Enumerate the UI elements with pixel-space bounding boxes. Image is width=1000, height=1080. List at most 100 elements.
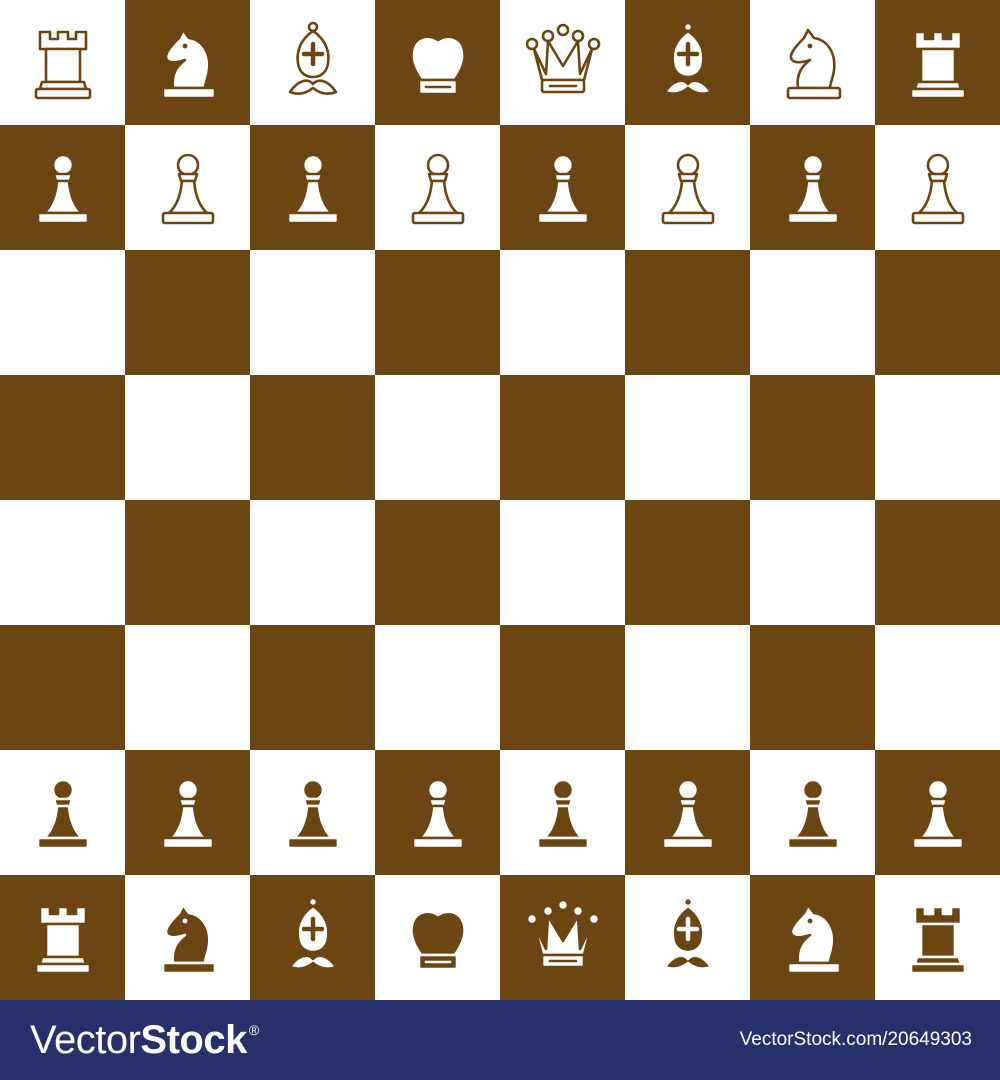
square-d6[interactable] — [375, 250, 500, 375]
light-rook-icon[interactable] — [893, 18, 983, 108]
dark-pawn-icon[interactable] — [893, 768, 983, 858]
square-g4[interactable] — [750, 500, 875, 625]
square-a6[interactable] — [0, 250, 125, 375]
square-h7[interactable] — [875, 125, 1000, 250]
light-bishop-icon[interactable] — [268, 18, 358, 108]
dark-queen-icon[interactable] — [518, 893, 608, 983]
light-knight-icon[interactable] — [143, 18, 233, 108]
square-b6[interactable] — [125, 250, 250, 375]
light-knight-icon[interactable] — [768, 18, 858, 108]
square-e8[interactable] — [500, 0, 625, 125]
dark-pawn-icon[interactable] — [143, 768, 233, 858]
square-a1[interactable] — [0, 875, 125, 1000]
square-a4[interactable] — [0, 500, 125, 625]
square-e3[interactable] — [500, 625, 625, 750]
square-a8[interactable] — [0, 0, 125, 125]
square-e2[interactable] — [500, 750, 625, 875]
light-king-icon[interactable] — [393, 18, 483, 108]
light-pawn-icon[interactable] — [768, 143, 858, 233]
square-e5[interactable] — [500, 375, 625, 500]
square-a5[interactable] — [0, 375, 125, 500]
square-e6[interactable] — [500, 250, 625, 375]
light-pawn-icon[interactable] — [518, 143, 608, 233]
light-pawn-icon[interactable] — [18, 143, 108, 233]
square-f3[interactable] — [625, 625, 750, 750]
square-c2[interactable] — [250, 750, 375, 875]
square-d1[interactable] — [375, 875, 500, 1000]
square-b7[interactable] — [125, 125, 250, 250]
stock-image-id: VectorStock.com/20649303 — [739, 1029, 972, 1050]
dark-pawn-icon[interactable] — [768, 768, 858, 858]
dark-knight-icon[interactable] — [143, 893, 233, 983]
square-g6[interactable] — [750, 250, 875, 375]
square-d5[interactable] — [375, 375, 500, 500]
dark-king-icon[interactable] — [393, 893, 483, 983]
square-b8[interactable] — [125, 0, 250, 125]
dark-pawn-icon[interactable] — [268, 768, 358, 858]
square-b1[interactable] — [125, 875, 250, 1000]
square-b2[interactable] — [125, 750, 250, 875]
square-d4[interactable] — [375, 500, 500, 625]
square-h1[interactable] — [875, 875, 1000, 1000]
square-c7[interactable] — [250, 125, 375, 250]
square-d8[interactable] — [375, 0, 500, 125]
square-e4[interactable] — [500, 500, 625, 625]
square-e1[interactable] — [500, 875, 625, 1000]
dark-pawn-icon[interactable] — [518, 768, 608, 858]
light-pawn-icon[interactable] — [393, 143, 483, 233]
square-h8[interactable] — [875, 0, 1000, 125]
square-a2[interactable] — [0, 750, 125, 875]
square-h4[interactable] — [875, 500, 1000, 625]
square-g3[interactable] — [750, 625, 875, 750]
dark-rook-icon[interactable] — [18, 893, 108, 983]
square-b4[interactable] — [125, 500, 250, 625]
square-h5[interactable] — [875, 375, 1000, 500]
square-h3[interactable] — [875, 625, 1000, 750]
square-f2[interactable] — [625, 750, 750, 875]
light-bishop-icon[interactable] — [643, 18, 733, 108]
square-f7[interactable] — [625, 125, 750, 250]
dark-pawn-icon[interactable] — [393, 768, 483, 858]
dark-bishop-icon[interactable] — [268, 893, 358, 983]
dark-rook-icon[interactable] — [893, 893, 983, 983]
square-f8[interactable] — [625, 0, 750, 125]
square-a7[interactable] — [0, 125, 125, 250]
square-f4[interactable] — [625, 500, 750, 625]
square-c8[interactable] — [250, 0, 375, 125]
square-f1[interactable] — [625, 875, 750, 1000]
square-h6[interactable] — [875, 250, 1000, 375]
light-pawn-icon[interactable] — [643, 143, 733, 233]
dark-knight-icon[interactable] — [768, 893, 858, 983]
square-c5[interactable] — [250, 375, 375, 500]
square-g5[interactable] — [750, 375, 875, 500]
square-c6[interactable] — [250, 250, 375, 375]
light-queen-icon[interactable] — [518, 18, 608, 108]
square-c1[interactable] — [250, 875, 375, 1000]
square-g8[interactable] — [750, 0, 875, 125]
square-h2[interactable] — [875, 750, 1000, 875]
square-g1[interactable] — [750, 875, 875, 1000]
dark-bishop-icon[interactable] — [643, 893, 733, 983]
square-b5[interactable] — [125, 375, 250, 500]
dark-pawn-icon[interactable] — [18, 768, 108, 858]
square-g2[interactable] — [750, 750, 875, 875]
chess-board — [0, 0, 1000, 1000]
square-f6[interactable] — [625, 250, 750, 375]
square-b3[interactable] — [125, 625, 250, 750]
light-pawn-icon[interactable] — [893, 143, 983, 233]
square-d7[interactable] — [375, 125, 500, 250]
registered-mark: ® — [248, 1021, 259, 1038]
dark-pawn-icon[interactable] — [643, 768, 733, 858]
square-g7[interactable] — [750, 125, 875, 250]
square-f5[interactable] — [625, 375, 750, 500]
brand-bold-text: Stock — [140, 1017, 247, 1062]
square-d2[interactable] — [375, 750, 500, 875]
light-pawn-icon[interactable] — [143, 143, 233, 233]
square-e7[interactable] — [500, 125, 625, 250]
square-c4[interactable] — [250, 500, 375, 625]
light-rook-icon[interactable] — [18, 18, 108, 108]
square-a3[interactable] — [0, 625, 125, 750]
square-c3[interactable] — [250, 625, 375, 750]
square-d3[interactable] — [375, 625, 500, 750]
light-pawn-icon[interactable] — [268, 143, 358, 233]
